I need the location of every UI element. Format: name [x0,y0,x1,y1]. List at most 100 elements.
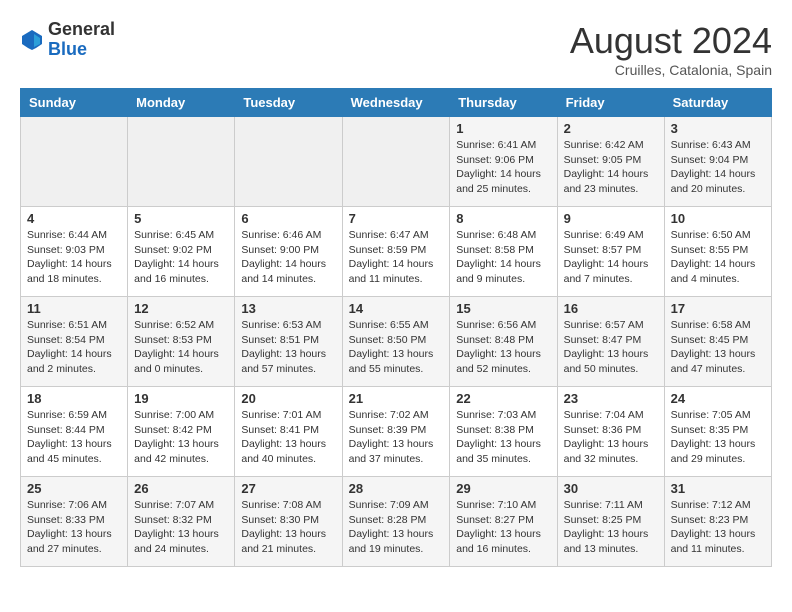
day-number: 28 [349,481,444,496]
calendar-header-row: SundayMondayTuesdayWednesdayThursdayFrid… [21,89,772,117]
calendar-week-4: 18 Sunrise: 6:59 AM Sunset: 8:44 PM Dayli… [21,387,772,477]
day-info: Sunrise: 6:49 AM Sunset: 8:57 PM Dayligh… [564,228,658,287]
day-number: 9 [564,211,658,226]
calendar-cell: 23Sunrise: 7:04 AM Sunset: 8:36 PM Dayli… [557,387,664,477]
day-info: Sunrise: 7:12 AM Sunset: 8:23 PM Dayligh… [671,498,765,557]
calendar-cell [235,117,342,207]
calendar-cell: 3 Sunrise: 6:43 AM Sunset: 9:04 PM Daylig… [664,117,771,207]
day-info: Sunrise: 6:59 AM Sunset: 8:44 PM Dayligh… [27,408,121,467]
day-info: Sunrise: 7:05 AM Sunset: 8:35 PM Dayligh… [671,408,765,467]
calendar-week-3: 11Sunrise: 6:51 AM Sunset: 8:54 PM Dayli… [21,297,772,387]
calendar-cell: 28 Sunrise: 7:09 AM Sunset: 8:28 PM Dayli… [342,477,450,567]
day-info: Sunrise: 6:42 AM Sunset: 9:05 PM Dayligh… [564,138,658,197]
calendar-cell: 30 Sunrise: 7:11 AM Sunset: 8:25 PM Dayli… [557,477,664,567]
calendar-cell: 1 Sunrise: 6:41 AM Sunset: 9:06 PM Daylig… [450,117,557,207]
day-info: Sunrise: 7:07 AM Sunset: 8:32 PM Dayligh… [134,498,228,557]
calendar-cell: 24 Sunrise: 7:05 AM Sunset: 8:35 PM Dayli… [664,387,771,477]
day-number: 23 [564,391,658,406]
calendar-cell: 22 Sunrise: 7:03 AM Sunset: 8:38 PM Dayli… [450,387,557,477]
calendar-cell: 27 Sunrise: 7:08 AM Sunset: 8:30 PM Dayli… [235,477,342,567]
day-info: Sunrise: 7:08 AM Sunset: 8:30 PM Dayligh… [241,498,335,557]
day-info: Sunrise: 6:44 AM Sunset: 9:03 PM Dayligh… [27,228,121,287]
day-number: 8 [456,211,550,226]
day-info: Sunrise: 6:43 AM Sunset: 9:04 PM Dayligh… [671,138,765,197]
day-number: 4 [27,211,121,226]
day-number: 5 [134,211,228,226]
day-number: 21 [349,391,444,406]
day-info: Sunrise: 6:47 AM Sunset: 8:59 PM Dayligh… [349,228,444,287]
day-number: 19 [134,391,228,406]
day-number: 2 [564,121,658,136]
day-info: Sunrise: 7:03 AM Sunset: 8:38 PM Dayligh… [456,408,550,467]
weekday-header-wednesday: Wednesday [342,89,450,117]
weekday-header-sunday: Sunday [21,89,128,117]
calendar-cell: 21 Sunrise: 7:02 AM Sunset: 8:39 PM Dayli… [342,387,450,477]
day-info: Sunrise: 6:46 AM Sunset: 9:00 PM Dayligh… [241,228,335,287]
day-number: 18 [27,391,121,406]
day-info: Sunrise: 6:53 AM Sunset: 8:51 PM Dayligh… [241,318,335,377]
calendar-cell [21,117,128,207]
day-number: 3 [671,121,765,136]
day-info: Sunrise: 6:45 AM Sunset: 9:02 PM Dayligh… [134,228,228,287]
day-number: 14 [349,301,444,316]
day-info: Sunrise: 7:01 AM Sunset: 8:41 PM Dayligh… [241,408,335,467]
calendar-cell [342,117,450,207]
day-info: Sunrise: 6:57 AM Sunset: 8:47 PM Dayligh… [564,318,658,377]
calendar-cell: 25Sunrise: 7:06 AM Sunset: 8:33 PM Dayli… [21,477,128,567]
day-number: 16 [564,301,658,316]
day-number: 13 [241,301,335,316]
calendar-cell: 11Sunrise: 6:51 AM Sunset: 8:54 PM Dayli… [21,297,128,387]
day-number: 22 [456,391,550,406]
day-info: Sunrise: 6:55 AM Sunset: 8:50 PM Dayligh… [349,318,444,377]
calendar-cell: 17 Sunrise: 6:58 AM Sunset: 8:45 PM Dayli… [664,297,771,387]
day-info: Sunrise: 6:48 AM Sunset: 8:58 PM Dayligh… [456,228,550,287]
day-number: 30 [564,481,658,496]
calendar-week-5: 25Sunrise: 7:06 AM Sunset: 8:33 PM Dayli… [21,477,772,567]
day-number: 10 [671,211,765,226]
day-info: Sunrise: 6:52 AM Sunset: 8:53 PM Dayligh… [134,318,228,377]
calendar-week-2: 4 Sunrise: 6:44 AM Sunset: 9:03 PM Daylig… [21,207,772,297]
location-subtitle: Cruilles, Catalonia, Spain [570,62,772,78]
day-info: Sunrise: 6:41 AM Sunset: 9:06 PM Dayligh… [456,138,550,197]
weekday-header-friday: Friday [557,89,664,117]
calendar-cell: 9 Sunrise: 6:49 AM Sunset: 8:57 PM Daylig… [557,207,664,297]
calendar-cell: 5 Sunrise: 6:45 AM Sunset: 9:02 PM Daylig… [128,207,235,297]
day-number: 24 [671,391,765,406]
day-info: Sunrise: 7:10 AM Sunset: 8:27 PM Dayligh… [456,498,550,557]
weekday-header-thursday: Thursday [450,89,557,117]
day-number: 11 [27,301,121,316]
calendar-cell: 6 Sunrise: 6:46 AM Sunset: 9:00 PM Daylig… [235,207,342,297]
weekday-header-tuesday: Tuesday [235,89,342,117]
day-info: Sunrise: 7:02 AM Sunset: 8:39 PM Dayligh… [349,408,444,467]
day-number: 25 [27,481,121,496]
day-number: 17 [671,301,765,316]
day-info: Sunrise: 6:58 AM Sunset: 8:45 PM Dayligh… [671,318,765,377]
day-info: Sunrise: 6:50 AM Sunset: 8:55 PM Dayligh… [671,228,765,287]
calendar-cell: 29Sunrise: 7:10 AM Sunset: 8:27 PM Dayli… [450,477,557,567]
weekday-header-saturday: Saturday [664,89,771,117]
day-number: 26 [134,481,228,496]
day-number: 31 [671,481,765,496]
calendar-cell: 4 Sunrise: 6:44 AM Sunset: 9:03 PM Daylig… [21,207,128,297]
day-number: 6 [241,211,335,226]
day-info: Sunrise: 7:09 AM Sunset: 8:28 PM Dayligh… [349,498,444,557]
calendar-cell: 12 Sunrise: 6:52 AM Sunset: 8:53 PM Dayli… [128,297,235,387]
calendar-cell: 26 Sunrise: 7:07 AM Sunset: 8:32 PM Dayli… [128,477,235,567]
day-info: Sunrise: 7:00 AM Sunset: 8:42 PM Dayligh… [134,408,228,467]
weekday-header-monday: Monday [128,89,235,117]
day-number: 27 [241,481,335,496]
calendar-cell: 31 Sunrise: 7:12 AM Sunset: 8:23 PM Dayli… [664,477,771,567]
month-year-title: August 2024 [570,20,772,62]
title-block: August 2024 Cruilles, Catalonia, Spain [570,20,772,78]
day-number: 20 [241,391,335,406]
day-number: 1 [456,121,550,136]
day-info: Sunrise: 7:11 AM Sunset: 8:25 PM Dayligh… [564,498,658,557]
calendar-cell: 7 Sunrise: 6:47 AM Sunset: 8:59 PM Daylig… [342,207,450,297]
calendar-cell: 20 Sunrise: 7:01 AM Sunset: 8:41 PM Dayli… [235,387,342,477]
calendar-week-1: 1 Sunrise: 6:41 AM Sunset: 9:06 PM Daylig… [21,117,772,207]
logo-icon [20,28,44,52]
day-number: 7 [349,211,444,226]
calendar-cell: 18 Sunrise: 6:59 AM Sunset: 8:44 PM Dayli… [21,387,128,477]
calendar-cell: 8 Sunrise: 6:48 AM Sunset: 8:58 PM Daylig… [450,207,557,297]
day-number: 12 [134,301,228,316]
